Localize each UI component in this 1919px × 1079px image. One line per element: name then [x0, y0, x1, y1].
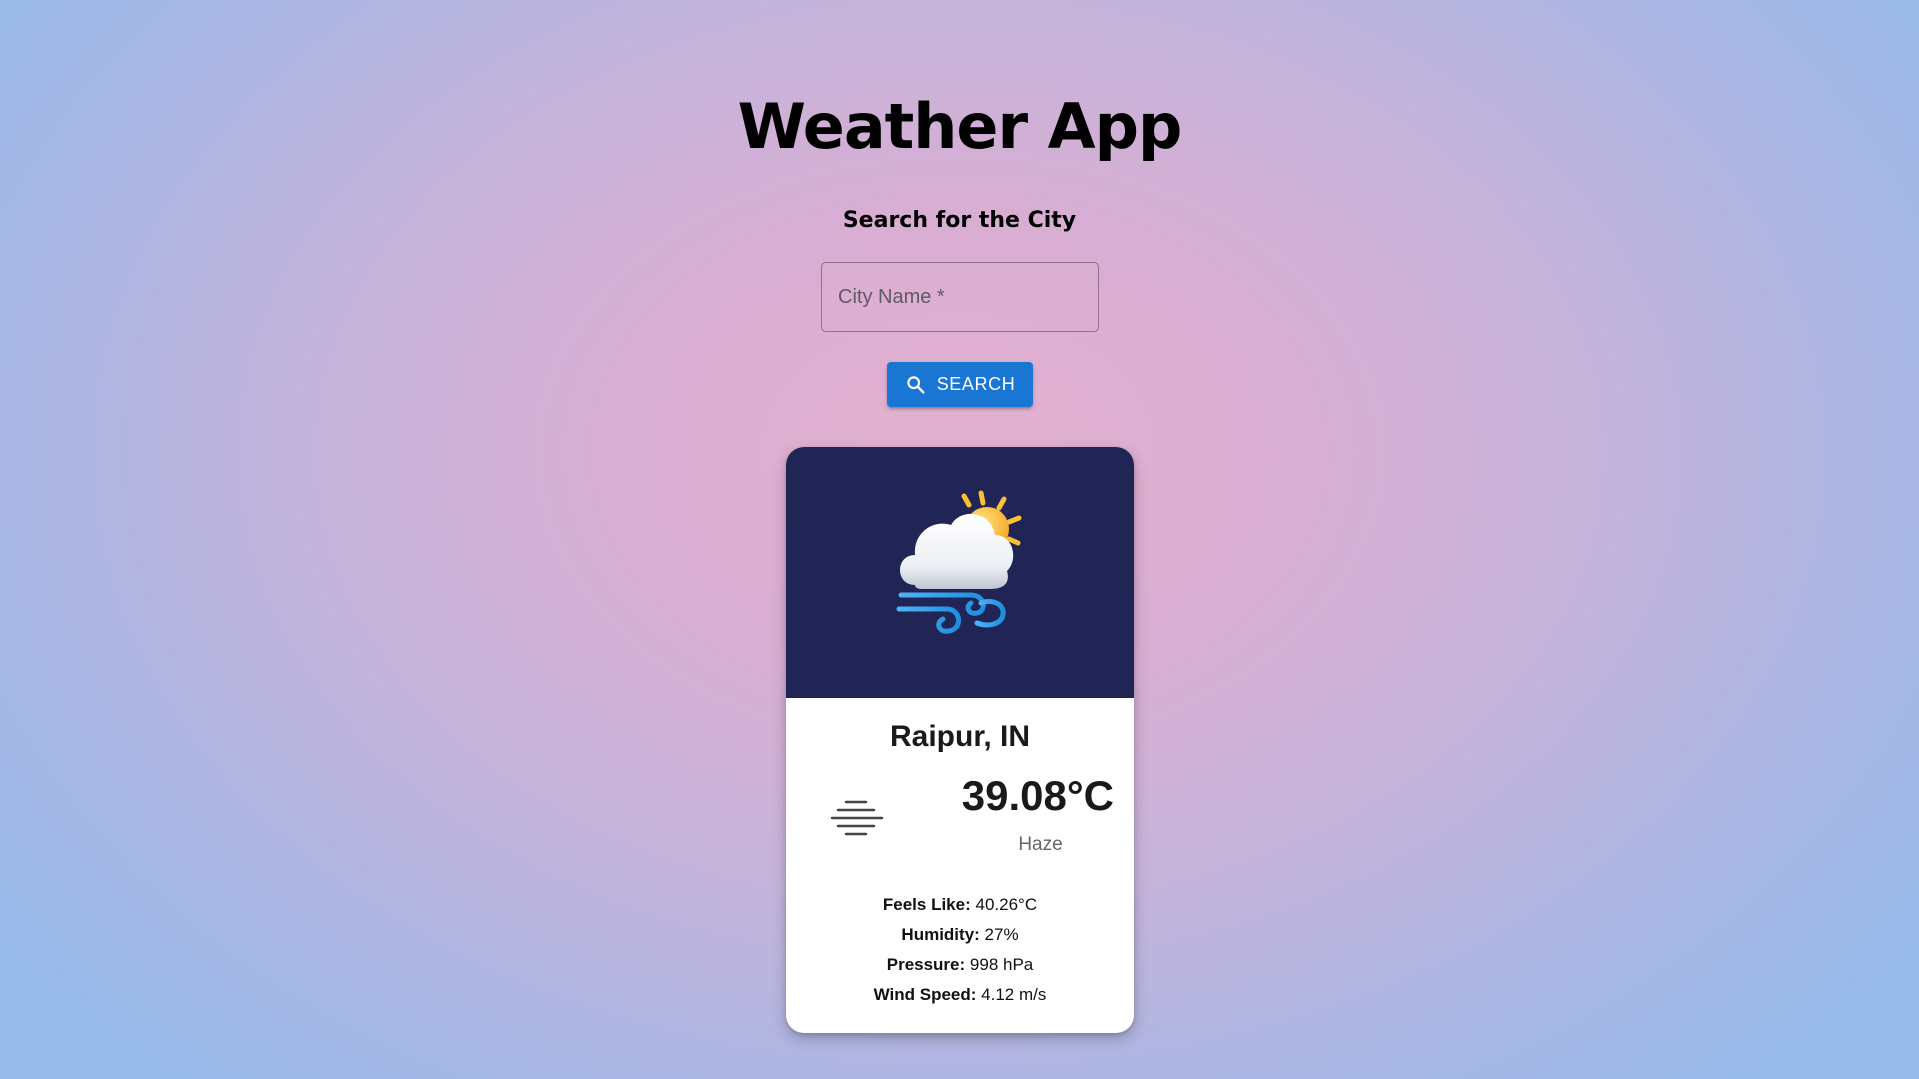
condition-text: Haze: [1018, 834, 1063, 855]
haze-icon: [830, 800, 884, 836]
detail-label: Pressure:: [886, 955, 966, 974]
search-button[interactable]: SEARCH: [887, 362, 1033, 407]
city-name-input[interactable]: [821, 262, 1099, 332]
detail-value: 40.26°C: [975, 895, 1038, 914]
weather-details: Feels Like: 40.26°C Humidity: 27% Pressu…: [786, 890, 1134, 1010]
detail-value: 998 hPa: [969, 955, 1034, 974]
detail-humidity: Humidity: 27%: [786, 920, 1134, 950]
detail-feels-like: Feels Like: 40.26°C: [786, 890, 1134, 920]
weather-app: Weather App Search for the City SEARCH: [0, 0, 1919, 1079]
detail-value: 4.12 m/s: [981, 985, 1047, 1004]
detail-value: 27%: [984, 925, 1019, 944]
search-subtitle: Search for the City: [842, 208, 1077, 233]
location-name: Raipur, IN: [889, 720, 1031, 753]
weather-card-body: Raipur, IN 39.08°C Haze Feels Like: 40.2…: [786, 698, 1134, 1033]
detail-label: Feels Like:: [882, 895, 971, 914]
detail-label: Humidity:: [901, 925, 980, 944]
page-title: Weather App: [737, 90, 1183, 163]
cloud-sun-wind-icon: [896, 490, 1022, 634]
weather-card: Raipur, IN 39.08°C Haze Feels Like: 40.2…: [786, 447, 1134, 1033]
weather-card-image: [786, 447, 1134, 698]
detail-pressure: Pressure: 998 hPa: [786, 950, 1134, 980]
search-icon: [906, 375, 925, 394]
detail-label: Wind Speed:: [873, 985, 977, 1004]
temperature-value: 39.08°C: [961, 772, 1114, 819]
detail-wind-speed: Wind Speed: 4.12 m/s: [786, 980, 1134, 1010]
search-button-label: SEARCH: [936, 374, 1016, 394]
